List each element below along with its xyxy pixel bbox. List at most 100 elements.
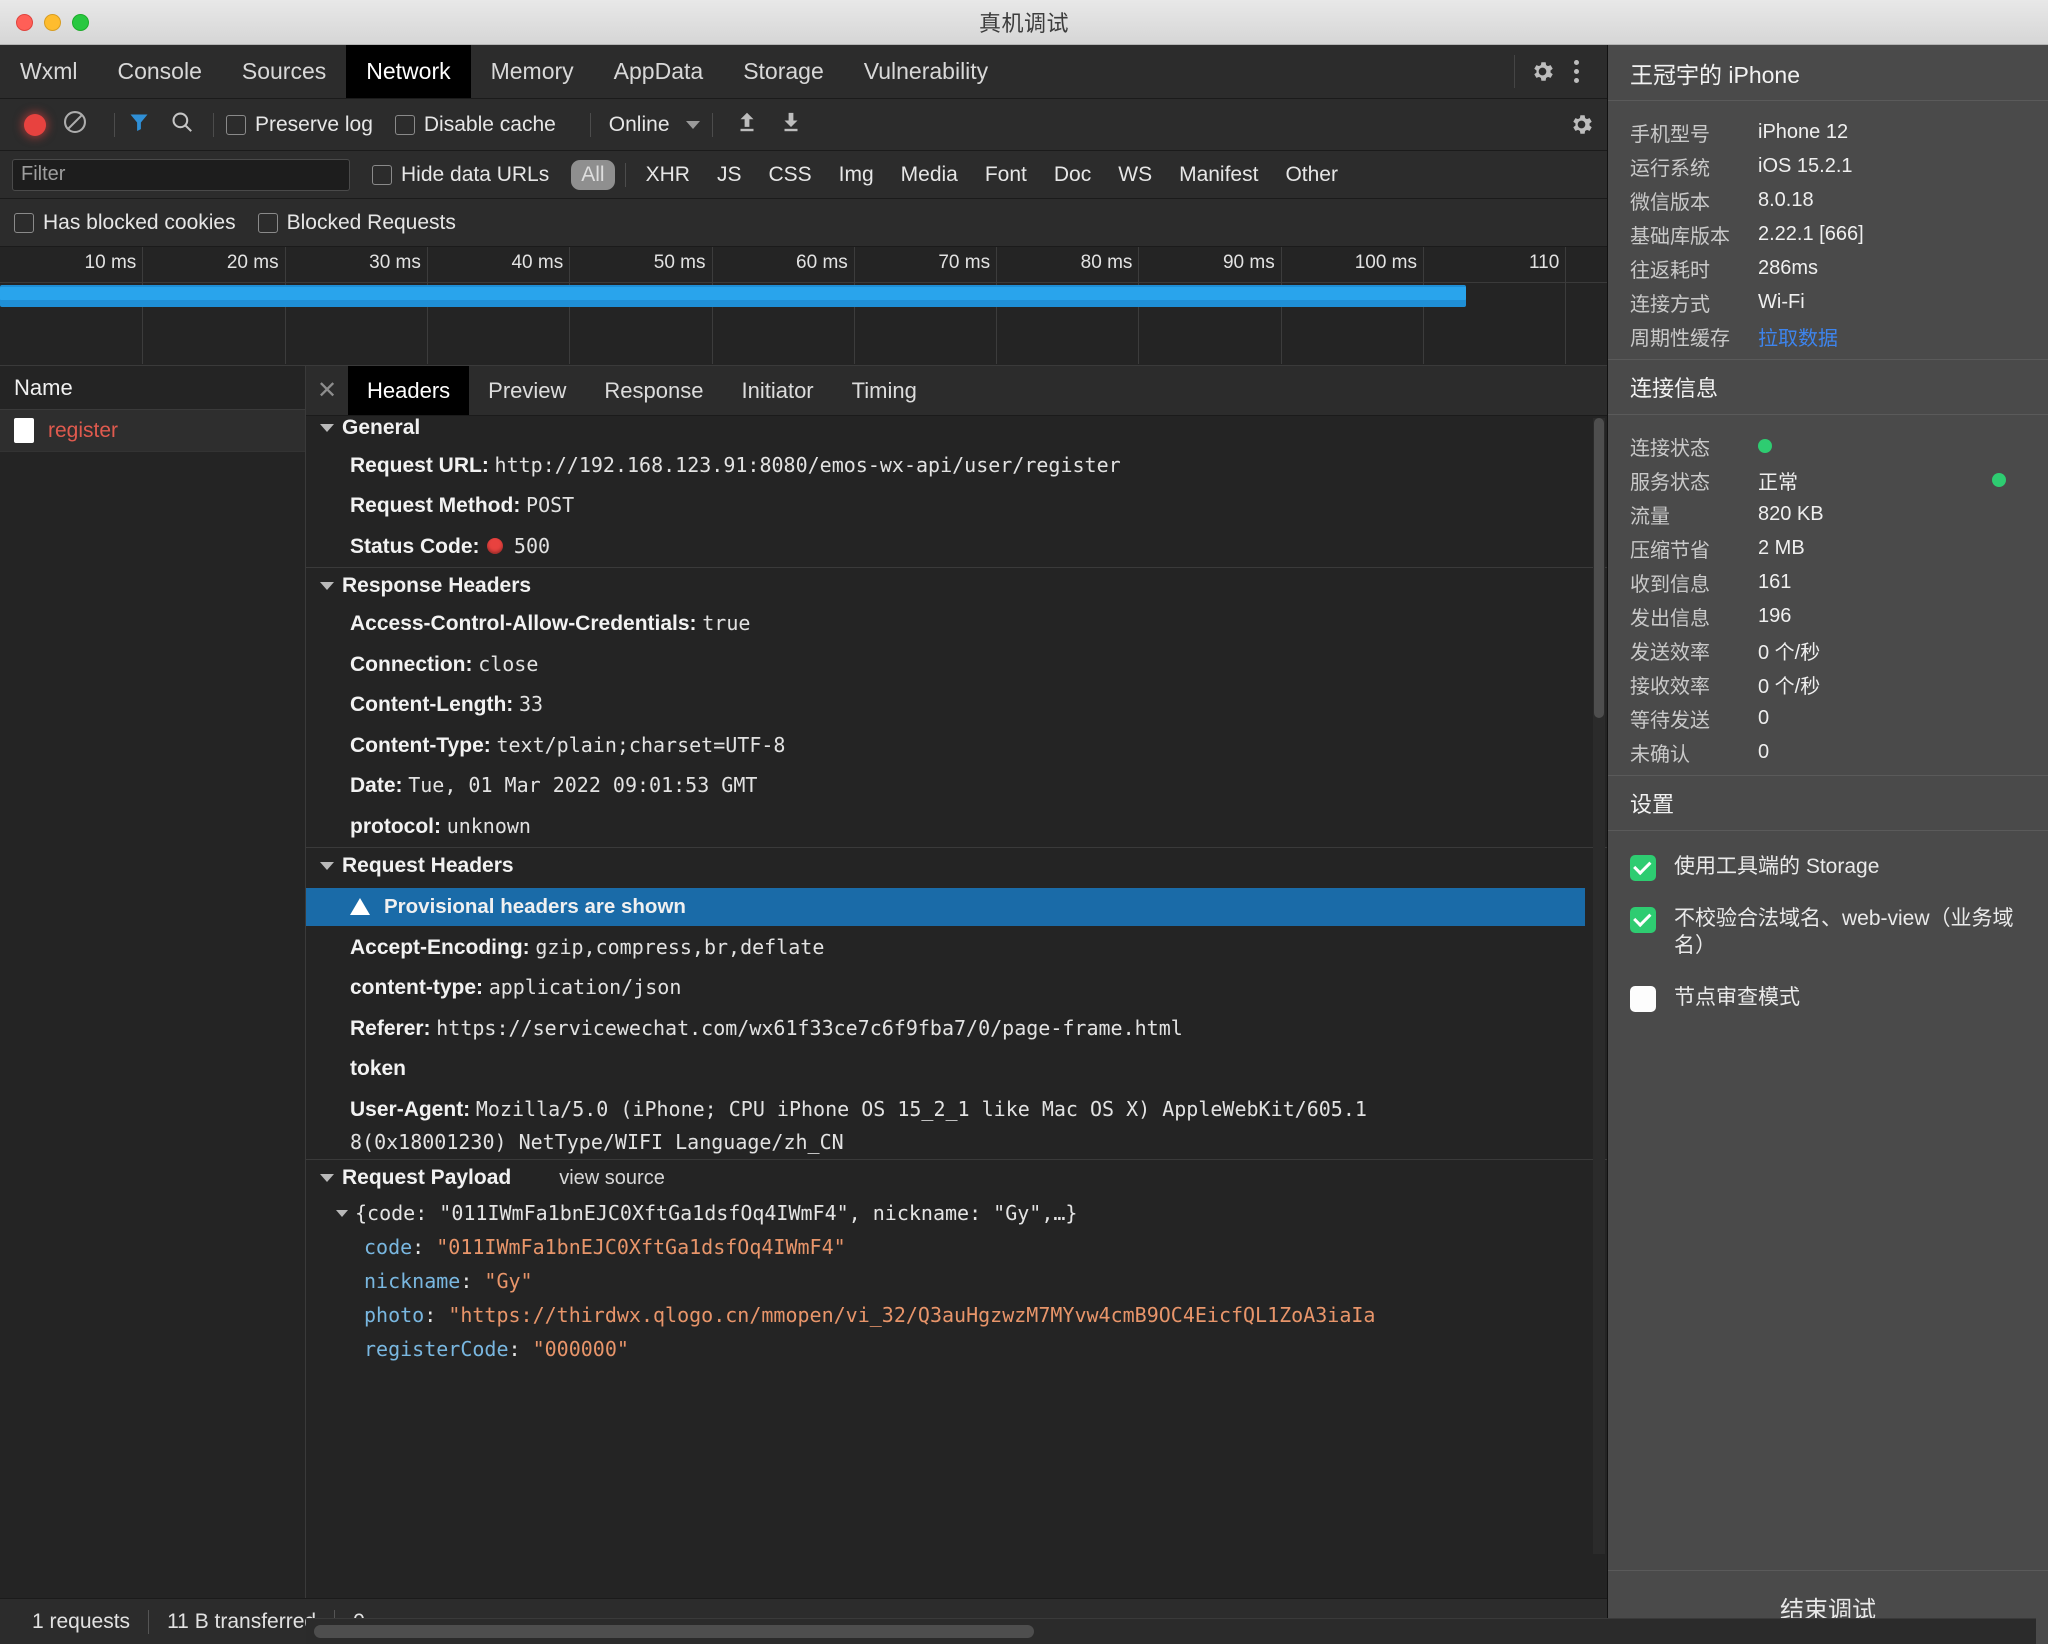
hide-data-urls-box[interactable] (372, 164, 392, 185)
conn-key: 发出信息 (1630, 607, 1710, 630)
header-key: Referer: (350, 1016, 431, 1040)
info-value: 8.0.18 (1758, 188, 1814, 211)
timeline-tick-label: 50 ms (653, 252, 706, 273)
filter-pill-ws[interactable]: WS (1108, 160, 1162, 190)
blocked-requests-box[interactable] (257, 212, 278, 233)
search-icon[interactable] (169, 109, 195, 140)
filter-input[interactable] (12, 158, 350, 191)
filter-divider (624, 162, 626, 187)
tab-console[interactable]: Console (97, 45, 221, 98)
timeline-tick-label: 80 ms (1080, 252, 1133, 273)
filter-pill-doc[interactable]: Doc (1044, 160, 1101, 190)
info-row-wechat-version: 微信版本 8.0.18 (1608, 183, 2048, 217)
throttling-value: Online (608, 112, 670, 136)
tab-network[interactable]: Network (346, 45, 471, 98)
detail-tab-response[interactable]: Response (585, 366, 722, 415)
detail-tab-initiator[interactable]: Initiator (722, 366, 832, 415)
header-value: Mozilla/5.0 (iPhone; CPU iPhone OS 15_2_… (475, 1096, 1367, 1121)
fetch-data-link[interactable]: 拉取数据 (1758, 322, 1838, 351)
close-icon[interactable]: ✕ (306, 366, 348, 415)
checkbox-node-inspect-mode[interactable] (1630, 985, 1656, 1012)
tab-memory[interactable]: Memory (471, 45, 594, 98)
window-title: 真机调试 (978, 11, 1069, 36)
preserve-log-box[interactable] (226, 114, 246, 135)
filter-pill-img[interactable]: Img (829, 160, 884, 190)
filter-pill-other[interactable]: Other (1275, 160, 1348, 190)
timeline-bars (0, 283, 1607, 365)
payload-root-node[interactable]: {code: "011IWmFa1bnEJC0XftGa1dsfOq4IWmF4… (306, 1196, 1607, 1230)
filter-pill-css[interactable]: CSS (758, 160, 821, 190)
view-source-link[interactable]: view source (559, 1167, 665, 1190)
filter-pill-js[interactable]: JS (707, 160, 752, 190)
filter-pill-media[interactable]: Media (891, 160, 968, 190)
chevron-down-icon[interactable] (685, 120, 700, 129)
conn-key: 流量 (1630, 505, 1670, 528)
detail-vertical-scrollbar[interactable] (1593, 418, 1605, 1554)
request-url-value: http://192.168.123.91:8080/emos-wx-api/u… (494, 453, 1121, 477)
chevron-down-icon[interactable] (320, 582, 334, 591)
has-blocked-cookies-box[interactable] (14, 212, 34, 233)
status-code-value: 500 (513, 533, 551, 558)
detail-horizontal-scrollbar[interactable] (306, 1618, 2036, 1644)
has-blocked-cookies-checkbox[interactable]: Has blocked cookies (14, 211, 258, 235)
filter-pill-xhr[interactable]: XHR (636, 160, 700, 190)
filter-pill-all[interactable]: All (571, 159, 615, 190)
detail-tab-preview[interactable]: Preview (469, 366, 585, 415)
throttling-select[interactable]: Online (609, 113, 700, 137)
gear-icon[interactable] (1529, 58, 1556, 85)
filter-pill-manifest[interactable]: Manifest (1169, 160, 1268, 190)
tab-vulnerability[interactable]: Vulnerability (844, 45, 1008, 98)
network-timeline[interactable]: 10 ms 20 ms 30 ms 40 ms 50 ms 60 ms 70 ms 80 ms… (0, 247, 1607, 365)
panel-tabstrip: Wxml Console Sources Network Memory AppD… (0, 45, 1607, 99)
setting-skip-domain-check[interactable]: 不校验合法域名、web-view（业务域名） (1608, 905, 2048, 984)
request-list-header: Name (0, 366, 305, 410)
conn-key: 服务状态 (1630, 471, 1710, 494)
upload-arrow-icon[interactable] (734, 109, 760, 140)
payload-entry-photo: photo: "https://thirdwx.qlogo.cn/mmopen/… (364, 1303, 1376, 1328)
disable-cache-box[interactable] (394, 114, 415, 135)
user-agent-wrap-line: 8(0x18001230) NetType/WIFI Language/zh_C… (350, 1130, 844, 1155)
clear-icon[interactable] (62, 109, 88, 140)
tab-storage[interactable]: Storage (723, 45, 844, 98)
info-row-os: 运行系统 iOS 15.2.1 (1608, 149, 2048, 183)
checkbox-skip-domain-check[interactable] (1630, 907, 1656, 933)
conn-row-status: 连接状态 (1608, 429, 2048, 463)
tab-wxml[interactable]: Wxml (0, 45, 97, 98)
hide-data-urls-checkbox[interactable]: Hide data URLs (372, 163, 571, 187)
disable-cache-checkbox[interactable]: Disable cache (394, 113, 578, 137)
preserve-log-checkbox[interactable]: Preserve log (226, 113, 395, 137)
conn-row-send-rate: 发送效率 0 个/秒 (1608, 633, 2048, 667)
timeline-request-bar[interactable] (0, 285, 1466, 307)
more-options-icon[interactable] (1560, 60, 1593, 83)
payload-entry-nickname: nickname: "Gy" (364, 1269, 533, 1294)
chevron-down-icon[interactable] (320, 1174, 334, 1183)
setting-node-inspect-mode[interactable]: 节点审查模式 (1608, 984, 2048, 1036)
tab-appdata[interactable]: AppData (594, 45, 724, 98)
record-icon[interactable] (24, 113, 46, 136)
section-request-headers[interactable]: Request Headers (306, 846, 1607, 884)
blocked-requests-checkbox[interactable]: Blocked Requests (257, 211, 478, 235)
network-settings-gear-icon[interactable] (1568, 111, 1595, 138)
conn-value: 0 个/秒 (1758, 675, 1821, 698)
section-general[interactable]: General (306, 416, 1607, 446)
conn-key: 接收效率 (1630, 675, 1710, 698)
checkbox-use-tool-storage[interactable] (1630, 855, 1656, 881)
download-arrow-icon[interactable] (778, 109, 804, 140)
request-url-key: Request URL: (350, 454, 489, 477)
row-request-url: Request URL: http://192.168.123.91:8080/… (306, 446, 1607, 486)
chevron-down-icon[interactable] (320, 424, 334, 432)
detail-tab-headers[interactable]: Headers (348, 366, 470, 415)
funnel-icon[interactable] (127, 110, 151, 139)
detail-tab-timing[interactable]: Timing (833, 366, 936, 415)
tab-sources[interactable]: Sources (222, 45, 346, 98)
setting-use-tool-storage[interactable]: 使用工具端的 Storage (1608, 853, 2048, 905)
section-request-payload[interactable]: Request Payload view source (306, 1159, 1607, 1196)
timeline-tick-label: 70 ms (938, 252, 991, 273)
payload-entry-registercode: registerCode: "000000" (364, 1337, 629, 1362)
device-name: 王冠宇的 iPhone (1608, 45, 2048, 101)
filter-pill-font[interactable]: Font (975, 160, 1037, 190)
request-row-register[interactable]: register (0, 410, 305, 452)
chevron-down-icon[interactable] (336, 1209, 348, 1217)
section-response-headers[interactable]: Response Headers (306, 567, 1607, 604)
chevron-down-icon[interactable] (320, 861, 334, 870)
